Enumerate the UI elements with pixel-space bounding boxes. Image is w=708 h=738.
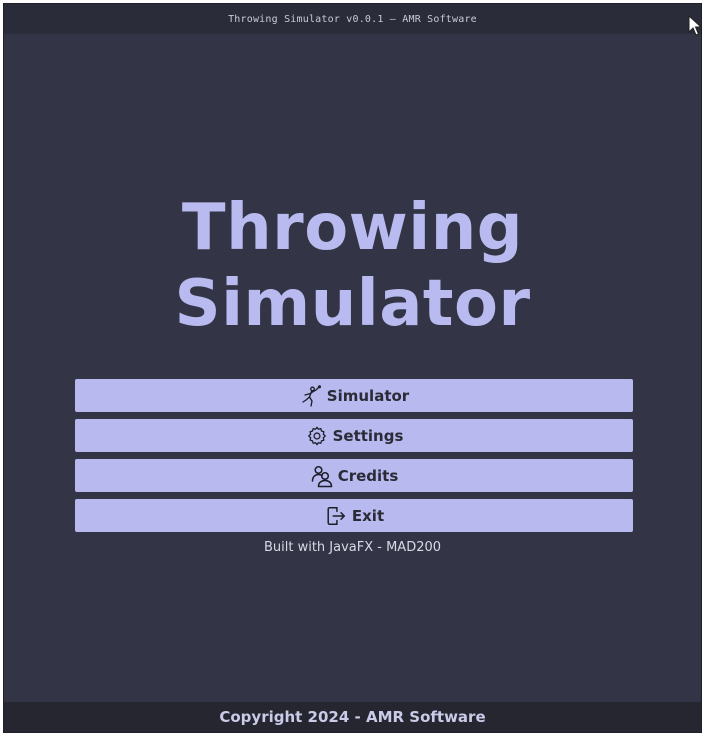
simulator-button-label: Simulator <box>326 386 410 405</box>
window-titlebar[interactable]: Throwing Simulator v0.0.1 – AMR Software <box>4 4 701 34</box>
window-title: Throwing Simulator v0.0.1 – AMR Software <box>228 13 477 25</box>
exit-icon <box>324 504 348 528</box>
main-menu: Simulator Settings Credits Exit <box>75 379 633 539</box>
app-title-line2: Simulator <box>174 267 531 341</box>
app-title-line1: Throwing <box>181 191 524 265</box>
built-with-text: Built with JavaFX - MAD200 <box>263 540 442 555</box>
settings-button-label: Settings <box>332 426 404 445</box>
copyright-text: Copyright 2024 - AMR Software <box>219 708 486 726</box>
settings-button[interactable]: Settings <box>75 419 633 452</box>
app-title: Throwing Simulator <box>4 190 701 342</box>
credits-button[interactable]: Credits <box>75 459 633 492</box>
credits-button-label: Credits <box>337 466 399 485</box>
simulator-button[interactable]: Simulator <box>75 379 633 412</box>
exit-button-label: Exit <box>351 506 385 525</box>
exit-button[interactable]: Exit <box>75 499 633 532</box>
gear-icon <box>305 424 329 448</box>
mouse-cursor-icon <box>688 15 702 36</box>
app-window: Throwing Simulator v0.0.1 – AMR Software… <box>3 3 702 733</box>
throwing-figure-icon <box>299 384 323 408</box>
footer-bar: Copyright 2024 - AMR Software <box>4 702 701 732</box>
people-icon <box>310 464 334 488</box>
